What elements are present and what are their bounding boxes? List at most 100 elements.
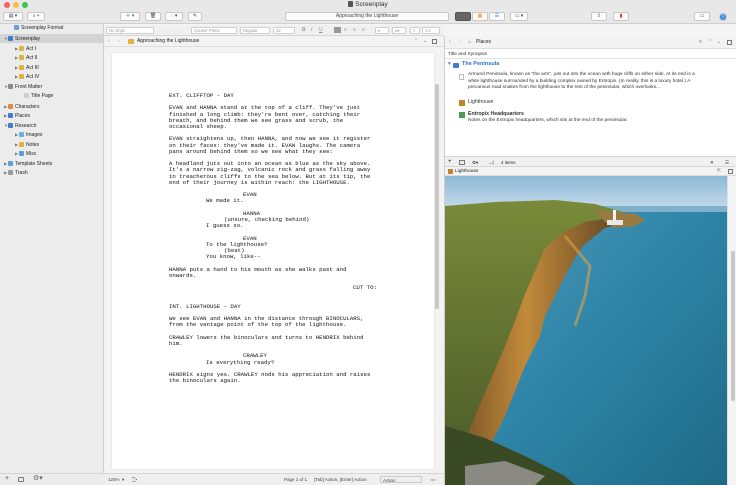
notes-icon[interactable]: ▭ [431, 474, 435, 485]
line-spacing-select[interactable]: ▾ [375, 27, 389, 34]
outline-item-note: Notes on the Entropix headquarters, whic… [468, 118, 628, 123]
zoom-chevron-icon[interactable]: ▾ [122, 474, 124, 485]
binder-item[interactable]: ▶ Template Sheets [4, 159, 52, 168]
binder-item-label: Trash [15, 170, 28, 176]
forward-arrow-icon[interactable]: › [459, 36, 461, 49]
split-icon[interactable] [432, 39, 437, 44]
add-item-icon[interactable]: + [5, 475, 9, 482]
add-button[interactable]: ＋ ▾ [120, 12, 140, 21]
bold-button[interactable]: B [302, 27, 306, 33]
justify-icon[interactable]: ≡ [362, 27, 365, 33]
search-button[interactable]: ⌕ ▾ [27, 12, 45, 21]
open-external-icon[interactable]: ⇱ [717, 167, 721, 176]
outliner-header: ‹ › ⌂ Places ≡ ⌃ ⌄ [445, 36, 736, 49]
editor-scrollbar[interactable] [435, 84, 439, 309]
binder-item[interactable]: ▶ Characters [4, 102, 39, 111]
outliner-view-button[interactable]: ☰ [489, 12, 505, 21]
image-doc-icon [459, 112, 465, 118]
image-scroll-thumb [731, 251, 735, 401]
script-line: onwards. [169, 271, 197, 279]
down-arrow-icon[interactable]: ⌄ [423, 36, 427, 47]
align-center-icon[interactable]: ≡ [344, 27, 347, 33]
list-select[interactable]: ≡ [410, 27, 420, 34]
editor-view-button[interactable] [455, 12, 471, 21]
zoom-value[interactable]: 125% [108, 474, 120, 485]
binder-item[interactable]: Screenplay Format [10, 24, 63, 33]
script-line: pans around behind them so we see what t… [169, 147, 333, 155]
binder-item[interactable]: ▶ Act II [15, 53, 37, 62]
document-title-field[interactable]: Approaching the Lighthouse [285, 12, 449, 21]
split-icon[interactable] [728, 169, 733, 174]
label-button[interactable]: ◌ ▾ [165, 12, 183, 21]
align-right-icon[interactable]: ≡ [353, 27, 356, 33]
binder-item[interactable]: ▶ Images [15, 130, 42, 139]
binder-item[interactable]: ▶ Trash [4, 168, 28, 177]
quickref-button[interactable]: ▭ [694, 12, 710, 21]
font-family-select[interactable]: Courier Prime [191, 27, 237, 34]
outline-item-lighthouse[interactable]: Lighthouse [468, 99, 493, 106]
binder-item[interactable]: ▼ Research [4, 121, 36, 130]
binder-item[interactable]: Title Page [20, 92, 53, 101]
inspector-button[interactable]: i [719, 12, 727, 21]
binder-item[interactable]: ▶ Act III [15, 63, 39, 72]
binder-item-icon [24, 92, 29, 98]
corkboard-view-button[interactable]: ▦ [472, 12, 488, 21]
compile-button[interactable]: ▭ ▾ [510, 12, 528, 21]
zoom-window-button[interactable] [22, 2, 28, 8]
binder-item[interactable]: ▼ Front Matter [4, 82, 42, 91]
bookmark-icon: ▮ [619, 13, 623, 19]
binder-item[interactable]: ▶ Notes [15, 140, 39, 149]
script-page[interactable]: EXT. CLIFFTOP - DAY EVAN and HANNA stand … [112, 53, 434, 469]
binder-item-label: Act III [26, 65, 39, 71]
binder-item[interactable]: ▼ Screenplay [0, 34, 103, 43]
up-arrow-icon[interactable]: ⌃ [708, 36, 712, 49]
text-color-select[interactable]: a▾ [392, 27, 406, 34]
outline-folder-title[interactable]: The Peninsula [462, 61, 499, 68]
view-mode-button[interactable]: ▤ ▾ [3, 12, 23, 21]
image-pane-header: Lighthouse ⇱ [445, 167, 736, 176]
up-arrow-icon[interactable]: ⌃ [414, 36, 418, 47]
add-folder-icon[interactable] [459, 160, 465, 165]
minimize-window-button[interactable] [13, 2, 19, 8]
font-size-select[interactable]: 12 [273, 27, 295, 34]
binder-item[interactable]: ▶ Act IV [15, 72, 39, 81]
add-folder-icon[interactable] [18, 477, 24, 482]
gear-icon[interactable]: ⚙▾ [33, 474, 43, 482]
font-weight-select[interactable]: Regular [240, 27, 270, 34]
back-arrow-icon[interactable]: ‹ [449, 36, 451, 49]
split-icon[interactable] [727, 40, 732, 45]
list-icon[interactable]: ≡ [699, 36, 702, 49]
down-arrow-icon[interactable]: ⌄ [717, 36, 721, 49]
back-arrow-icon[interactable]: ‹ [108, 36, 110, 47]
align-left-icon[interactable] [334, 27, 341, 33]
binder-item-label: Screenplay [15, 36, 41, 42]
script-line: INT. LIGHTHOUSE - DAY [169, 302, 241, 310]
close-window-button[interactable] [4, 2, 10, 8]
binder-item-label: Act IV [26, 74, 40, 80]
outline-item-entropix[interactable]: Entropix Headquarters [468, 111, 524, 118]
binder-item-label: Act I [26, 46, 37, 52]
binder-item[interactable]: ▶ Act I [15, 44, 36, 53]
trash-button[interactable]: 🗑 [145, 12, 161, 21]
italic-button[interactable]: I [311, 27, 312, 33]
spacing-value[interactable]: 1.0 [422, 27, 440, 34]
forward-arrow-icon[interactable]: › [118, 36, 120, 47]
binder-item[interactable]: ▶ Places [4, 111, 30, 120]
script-line: him. [169, 340, 183, 347]
edit-button[interactable]: ✎ [188, 12, 202, 21]
binder-item-label: Characters [15, 104, 40, 110]
column-header[interactable]: Title and Synopsis [445, 50, 736, 59]
bookmark-button[interactable]: ▮ [613, 12, 629, 21]
element-select[interactable]: Action [380, 476, 422, 483]
script-line: from the vantage point of the top of the… [169, 321, 347, 329]
binder-item-icon [19, 150, 24, 156]
target-icon[interactable]: 🗋▾ [132, 474, 137, 485]
underline-button[interactable]: U [319, 27, 323, 33]
script-line: CRAWLEY lowers the binoculars and turns … [169, 333, 364, 341]
disclosure-arrow-icon[interactable]: ▼ [447, 62, 452, 69]
image-scrollbar[interactable] [727, 176, 736, 485]
binder-item-label: Misc. [26, 151, 38, 157]
binder-item[interactable]: ▶ Misc. [15, 149, 38, 158]
share-button[interactable]: ⇪ [591, 12, 607, 21]
style-select[interactable]: No Style [106, 27, 154, 34]
